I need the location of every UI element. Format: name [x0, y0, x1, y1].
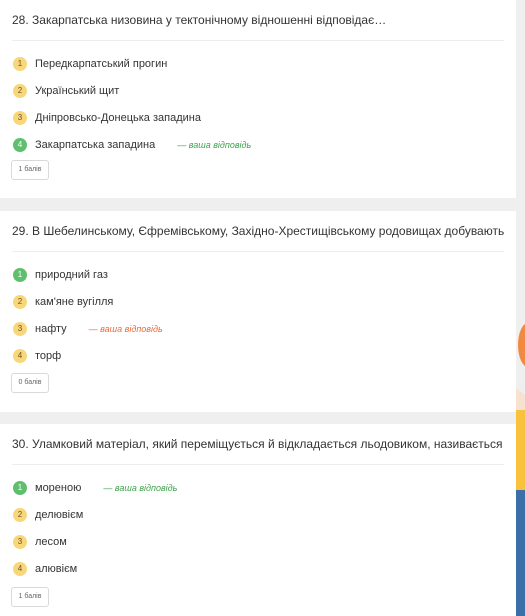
option-number-badge: 4 [13, 561, 27, 576]
answer-option-4: 4 алювієм [13, 555, 504, 582]
divider [12, 251, 504, 252]
answer-text: торф [35, 349, 62, 362]
question-card-29: 29. В Шебелинському, Єфремівському, Захі… [0, 211, 516, 412]
option-number-badge: 2 [13, 507, 27, 522]
score-badge: 1 балів [11, 160, 49, 180]
answer-text: мореною [35, 481, 82, 494]
answer-text: лесом [35, 535, 67, 548]
score-badge: 1 балів [11, 587, 49, 607]
answer-list: 1 природний газ 2 кам'яне вугілля 3 нафт… [13, 261, 504, 369]
answer-list: 1 мореною — ваша відповідь 2 делювієм 3 … [13, 474, 504, 582]
question-card-28: 28. Закарпатська низовина у тектонічному… [0, 0, 516, 198]
question-title: 30. Уламковий матеріал, який переміщуєть… [12, 437, 504, 451]
your-answer-label: — ваша відповідь [88, 323, 163, 334]
divider [12, 464, 504, 465]
answer-text: Дніпровсько-Донецька западина [35, 111, 201, 124]
correct-option-badge: 1 [13, 267, 27, 282]
answer-text: нафту [35, 322, 67, 335]
answer-option-2: 2 делювієм [13, 501, 504, 528]
correct-option-badge: 4 [13, 137, 27, 152]
answer-option-1: 1 Передкарпатський прогин [13, 50, 504, 77]
answer-option-2: 2 Український щит [13, 77, 504, 104]
question-title: 29. В Шебелинському, Єфремівському, Захі… [12, 224, 504, 238]
option-number-badge: 2 [13, 294, 27, 309]
answer-text: Передкарпатський прогин [35, 57, 168, 70]
answer-option-3: 3 нафту — ваша відповідь [13, 315, 504, 342]
answer-option-4: 4 Закарпатська западина — ваша відповідь [13, 131, 504, 158]
option-number-badge: 2 [13, 83, 27, 98]
option-number-badge: 4 [13, 348, 27, 363]
answer-text: Український щит [35, 84, 120, 97]
answer-text: природний газ [35, 268, 108, 281]
correct-option-badge: 1 [13, 480, 27, 495]
answer-option-3: 3 Дніпровсько-Донецька западина [13, 104, 504, 131]
option-number-badge: 3 [13, 110, 27, 125]
option-number-badge: 3 [13, 534, 27, 549]
answer-text: Закарпатська западина [35, 138, 156, 151]
option-number-badge: 3 [13, 321, 27, 336]
answer-option-2: 2 кам'яне вугілля [13, 288, 504, 315]
answer-option-3: 3 лесом [13, 528, 504, 555]
character-hair-icon [518, 324, 525, 366]
your-answer-label: — ваша відповідь [103, 482, 178, 493]
your-answer-label: — ваша відповідь [177, 139, 252, 150]
answer-text: делювієм [35, 508, 84, 521]
option-number-badge: 1 [13, 56, 27, 71]
answer-option-4: 4 торф [13, 342, 504, 369]
question-card-30: 30. Уламковий матеріал, який переміщуєть… [0, 424, 516, 616]
answer-option-1: 1 мореною — ваша відповідь [13, 474, 504, 501]
answer-text: кам'яне вугілля [35, 295, 114, 308]
divider [12, 40, 504, 41]
score-badge: 0 балів [11, 373, 49, 393]
answer-option-1: 1 природний газ [13, 261, 504, 288]
answer-list: 1 Передкарпатський прогин 2 Український … [13, 50, 504, 158]
answer-text: алювієм [35, 562, 78, 575]
question-title: 28. Закарпатська низовина у тектонічному… [12, 13, 387, 27]
